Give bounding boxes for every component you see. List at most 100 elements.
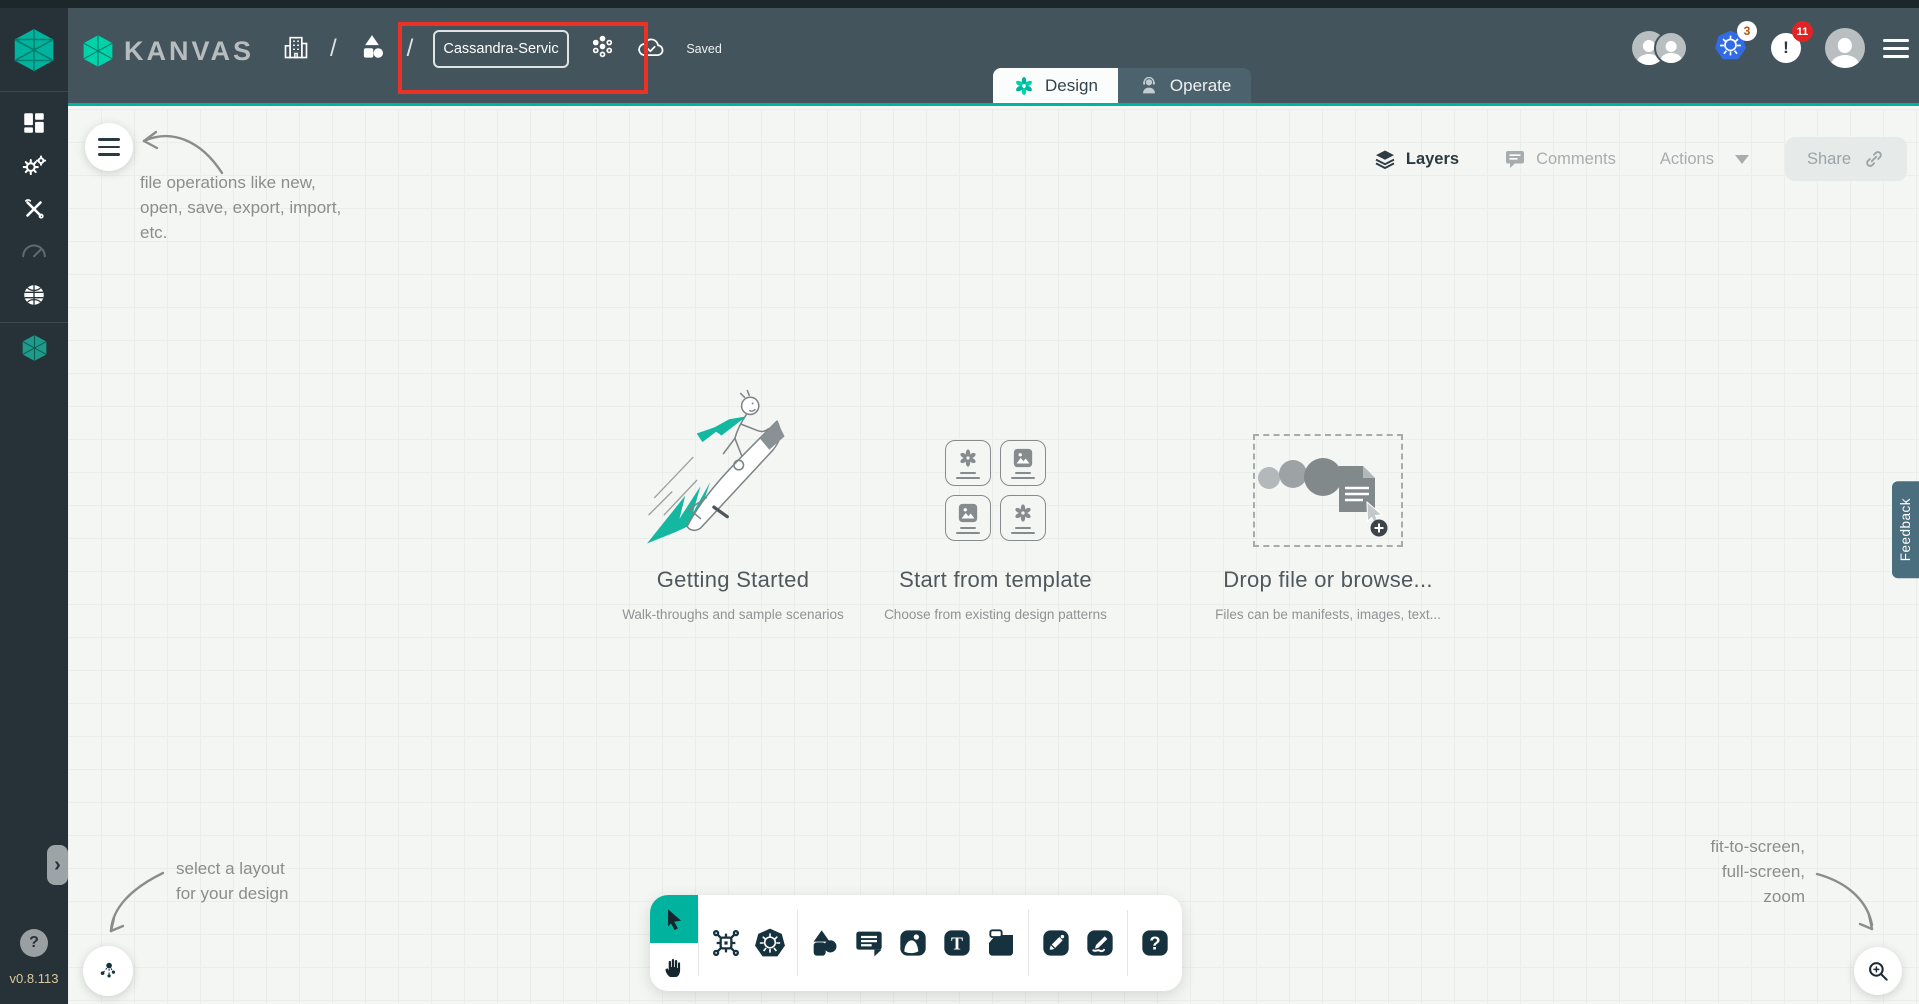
- design-name-input[interactable]: [433, 30, 570, 68]
- layout-selector-button[interactable]: [83, 946, 133, 996]
- bottom-toolbar: T ?: [650, 895, 1182, 991]
- svg-text:T: T: [951, 934, 963, 954]
- comments-icon: [1506, 151, 1525, 168]
- link-icon: [1866, 151, 1882, 167]
- image-icon: [900, 930, 926, 956]
- sidebar-item-performance[interactable]: [14, 239, 54, 265]
- comments-button[interactable]: Comments: [1503, 147, 1616, 171]
- freehand-tool-button[interactable]: [1084, 927, 1116, 959]
- sidebar-nav-kanvas: [0, 335, 68, 361]
- help-button[interactable]: ?: [20, 929, 48, 957]
- zoom-in-icon: [1869, 962, 1888, 981]
- notification-center-button[interactable]: ! 11: [1771, 21, 1813, 63]
- toolbar-group-help: ?: [1128, 895, 1182, 991]
- card-subtitle: Walk-throughs and sample scenarios: [622, 607, 844, 622]
- start-from-template-card[interactable]: Start from template Choose from existing…: [878, 381, 1113, 622]
- feedback-tab[interactable]: Feedback: [1892, 481, 1919, 579]
- pattern-spiral-icon: [960, 449, 976, 467]
- share-button[interactable]: Share: [1784, 137, 1907, 181]
- sidebar-item-kanvas[interactable]: [14, 335, 54, 361]
- header-right-cluster: 3 ! 11: [1632, 21, 1909, 68]
- template-tile: [945, 440, 991, 486]
- organization-icon[interactable]: [282, 32, 310, 67]
- kubernetes-icon: [755, 928, 785, 957]
- extensions-icon: [24, 285, 44, 305]
- text-icon: T: [944, 930, 970, 956]
- sidebar-item-lifecycle[interactable]: [14, 153, 54, 179]
- pan-tool-button[interactable]: [650, 943, 698, 991]
- actions-label: Actions: [1659, 149, 1714, 168]
- comments-label: Comments: [1536, 149, 1616, 168]
- kanvas-logo[interactable]: KANVAS: [82, 34, 254, 68]
- note-icon: [989, 929, 1013, 956]
- tab-operate-label: Operate: [1169, 75, 1232, 95]
- image-icon: [958, 503, 978, 523]
- annotation-zoom-controls: fit-to-screen, full-screen, zoom: [1710, 837, 1805, 906]
- sidebar-item-extensions[interactable]: [14, 282, 54, 308]
- card-subtitle: Choose from existing design patterns: [884, 607, 1107, 622]
- sidebar-item-configuration[interactable]: [14, 196, 54, 222]
- template-tile: [945, 495, 991, 541]
- tools-icon: [25, 199, 44, 219]
- zoom-controls-button[interactable]: [1854, 947, 1902, 995]
- dashboard-icon: [24, 113, 44, 133]
- select-tool-button[interactable]: [650, 895, 698, 943]
- text-tool-button[interactable]: T: [941, 927, 973, 959]
- design-canvas[interactable]: file operations like new, open, save, ex…: [68, 109, 1919, 1004]
- drop-zone-illustration: [1253, 381, 1403, 553]
- meshery-logo[interactable]: [0, 8, 68, 92]
- layout-graph-icon: [100, 962, 116, 978]
- component-tool-button[interactable]: [710, 927, 742, 959]
- annotation-layout: select a layout for your design: [176, 859, 289, 903]
- card-title: Getting Started: [656, 567, 810, 592]
- image-icon: [1013, 448, 1033, 468]
- cursor-icon: [668, 909, 682, 931]
- sidebar-item-dashboard[interactable]: [14, 110, 54, 136]
- header-menu-button[interactable]: [1883, 35, 1909, 62]
- avatar: [1654, 31, 1688, 65]
- gauge-icon: [22, 244, 46, 258]
- toolbar-help-button[interactable]: ?: [1139, 927, 1171, 959]
- pen-icon: [1043, 930, 1069, 956]
- chevron-down-icon: [1734, 154, 1749, 164]
- layers-icon: [1375, 150, 1395, 170]
- top-strip: [0, 0, 1919, 8]
- canvas-panel-row: Layers Comments Actions Share: [1373, 137, 1907, 181]
- menu-icon: [98, 138, 120, 156]
- template-tile: [1000, 495, 1046, 541]
- sidebar-expand-button[interactable]: ›: [47, 845, 68, 885]
- shapes-tool-button[interactable]: [809, 927, 841, 959]
- breadcrumb-separator: /: [406, 35, 414, 62]
- k8s-context-count-badge: 3: [1737, 21, 1757, 41]
- annotation-arrow-layout: [109, 871, 165, 933]
- getting-started-card[interactable]: Getting Started Walk-throughs and sample…: [608, 381, 858, 622]
- left-sidebar: › ? v0.8.113: [0, 8, 68, 1004]
- comment-icon: [856, 931, 882, 957]
- workspace-icon[interactable]: [357, 31, 387, 68]
- actions-dropdown[interactable]: Actions: [1660, 150, 1749, 169]
- tab-design[interactable]: Design: [993, 68, 1118, 103]
- pencil-scribble-icon: [1087, 930, 1113, 956]
- pen-tool-button[interactable]: [1040, 927, 1072, 959]
- file-menu-button[interactable]: [85, 123, 133, 171]
- question-icon: ?: [1142, 930, 1168, 956]
- shapes-icon: [813, 930, 837, 956]
- note-tool-button[interactable]: [985, 927, 1017, 959]
- toolbar-group-shapes: T: [798, 895, 1028, 991]
- layers-button[interactable]: Layers: [1373, 147, 1459, 171]
- collaborator-avatars[interactable]: [1632, 31, 1688, 65]
- app-header: KANVAS / / Cassandra-Service Saved 3 ! 1…: [68, 8, 1919, 106]
- design-config-icon[interactable]: [589, 33, 616, 65]
- k8s-context-switcher[interactable]: 3: [1714, 21, 1757, 67]
- user-avatar[interactable]: [1825, 28, 1865, 68]
- cloud-saved-icon[interactable]: [636, 34, 666, 65]
- design-spiral-icon: [1016, 76, 1032, 95]
- image-tool-button[interactable]: [897, 927, 929, 959]
- rocket-doodle-illustration: [633, 381, 833, 553]
- drop-file-card[interactable]: Drop file or browse... Files can be mani…: [1168, 381, 1488, 622]
- tab-operate[interactable]: Operate: [1117, 68, 1252, 103]
- drop-zone[interactable]: [1253, 434, 1403, 547]
- kubernetes-tool-button[interactable]: [754, 927, 786, 959]
- kanvas-logo-icon: [83, 35, 113, 67]
- comment-tool-button[interactable]: [853, 927, 885, 959]
